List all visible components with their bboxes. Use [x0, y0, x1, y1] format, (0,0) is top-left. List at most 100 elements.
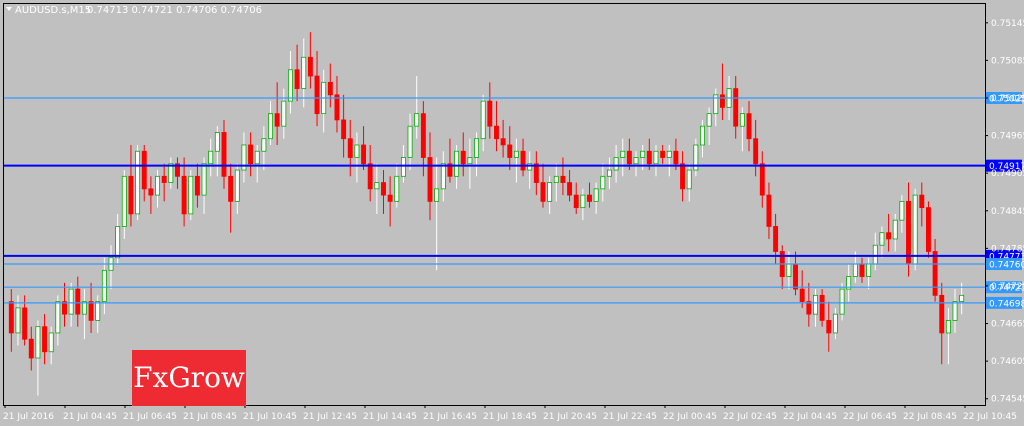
candle-body — [952, 301, 958, 321]
candle-body — [261, 138, 267, 152]
candle-body — [81, 301, 87, 315]
candle-body — [666, 150, 672, 158]
chart-header: AUDUSD.s,M15 0.74713 0.74721 0.74706 0.7… — [6, 5, 262, 16]
candle-body — [620, 150, 626, 158]
logo-text: FxGrow — [133, 361, 245, 394]
candle-body — [161, 175, 167, 183]
candle-body — [75, 288, 81, 315]
candle-body — [221, 132, 227, 177]
candle-body — [381, 182, 386, 196]
candle-body — [746, 113, 752, 140]
fxgrow-logo: FxGrow — [132, 350, 246, 406]
candle-body — [294, 69, 300, 89]
candle-body — [307, 56, 313, 77]
candle-body — [832, 313, 838, 334]
candle-body — [334, 94, 340, 121]
candle-body — [646, 150, 652, 165]
candle-body — [427, 157, 433, 202]
candle-body — [819, 294, 825, 321]
candle-body — [454, 150, 460, 177]
candle — [925, 201, 931, 258]
y-tick-label: 0.74965 — [991, 132, 1024, 142]
candle-body — [879, 232, 885, 246]
candle-body — [919, 194, 925, 209]
candle-body — [400, 157, 406, 177]
candle-body — [55, 301, 61, 334]
candle-body — [148, 188, 154, 196]
candle-body — [925, 207, 931, 252]
candle-body — [719, 94, 725, 108]
candle-body — [494, 125, 499, 140]
candle-body — [673, 150, 679, 165]
price-level-label: 0.74698 — [989, 299, 1024, 309]
price-level-label: 0.74760 — [989, 261, 1024, 271]
y-tick-label: 0.74605 — [991, 357, 1024, 367]
candle-body — [866, 263, 872, 277]
candle-body — [35, 326, 41, 359]
candle-body — [327, 81, 333, 96]
candle-body — [520, 150, 526, 171]
x-tick-label: 21 Jul 16:45 — [423, 412, 477, 422]
x-tick-label: 21 Jul 06:45 — [123, 412, 177, 422]
candle-body — [287, 69, 293, 102]
candle-body — [354, 144, 360, 158]
y-tick-label: 0.74785 — [991, 244, 1024, 254]
ohlc-label: 0.74713 0.74721 0.74706 0.74706 — [87, 5, 262, 16]
candle-body — [414, 113, 420, 127]
x-tick-label: 22 Jul 04:45 — [783, 412, 837, 422]
y-tick-label: 0.75025 — [991, 94, 1024, 104]
candle-body — [48, 332, 54, 353]
candle-body — [68, 288, 74, 315]
candle-body — [201, 163, 207, 196]
candle-body — [640, 150, 646, 158]
candle-body — [600, 175, 606, 190]
candle — [188, 170, 194, 221]
candle-body — [8, 301, 14, 334]
y-tick-label: 0.74665 — [991, 320, 1024, 330]
candle-body — [626, 150, 632, 165]
candle-body — [573, 194, 579, 209]
candle-body — [753, 138, 759, 165]
candle-body — [374, 182, 380, 190]
candle-body — [686, 169, 692, 190]
candle-body — [886, 232, 892, 240]
candle — [135, 144, 141, 221]
candle-body — [799, 288, 805, 303]
x-tick-label: 22 Jul 00:45 — [663, 412, 717, 422]
candle-body — [281, 100, 287, 127]
candle-body — [706, 113, 712, 127]
x-tick-label: 21 Jul 18:45 — [483, 412, 537, 422]
candle-body — [22, 307, 28, 340]
candle-body — [347, 138, 353, 158]
candle-body — [254, 150, 260, 165]
x-tick-label: 22 Jul 02:45 — [723, 412, 777, 422]
candle-body — [407, 125, 413, 158]
candle-body — [959, 294, 965, 303]
candle-body — [15, 307, 21, 334]
candle-body — [101, 269, 107, 303]
candle-body — [367, 163, 373, 190]
candle-body — [474, 138, 479, 158]
candle-body — [700, 125, 705, 146]
candle-body — [945, 320, 951, 334]
candle-body — [248, 144, 254, 165]
candle-body — [208, 150, 214, 165]
candle-body — [872, 244, 878, 265]
candle-body — [115, 226, 121, 259]
price-chart[interactable]: 0.750250.749170.747730.747600.747230.746… — [0, 0, 1024, 426]
x-tick-label: 21 Jul 10:45 — [243, 412, 297, 422]
candle-body — [301, 56, 307, 89]
candle-body — [121, 175, 127, 227]
y-tick-label: 0.75145 — [991, 19, 1024, 29]
candle-body — [606, 169, 612, 177]
candle-body — [513, 150, 519, 158]
candle-body — [567, 182, 573, 196]
candle-body — [653, 150, 659, 165]
candle-body — [806, 301, 812, 315]
x-tick-label: 22 Jul 10:45 — [963, 412, 1017, 422]
candle-body — [899, 200, 905, 221]
candle-body — [932, 251, 938, 296]
candle-body — [759, 163, 765, 196]
candle-body — [28, 338, 34, 359]
candle-body — [912, 194, 918, 265]
